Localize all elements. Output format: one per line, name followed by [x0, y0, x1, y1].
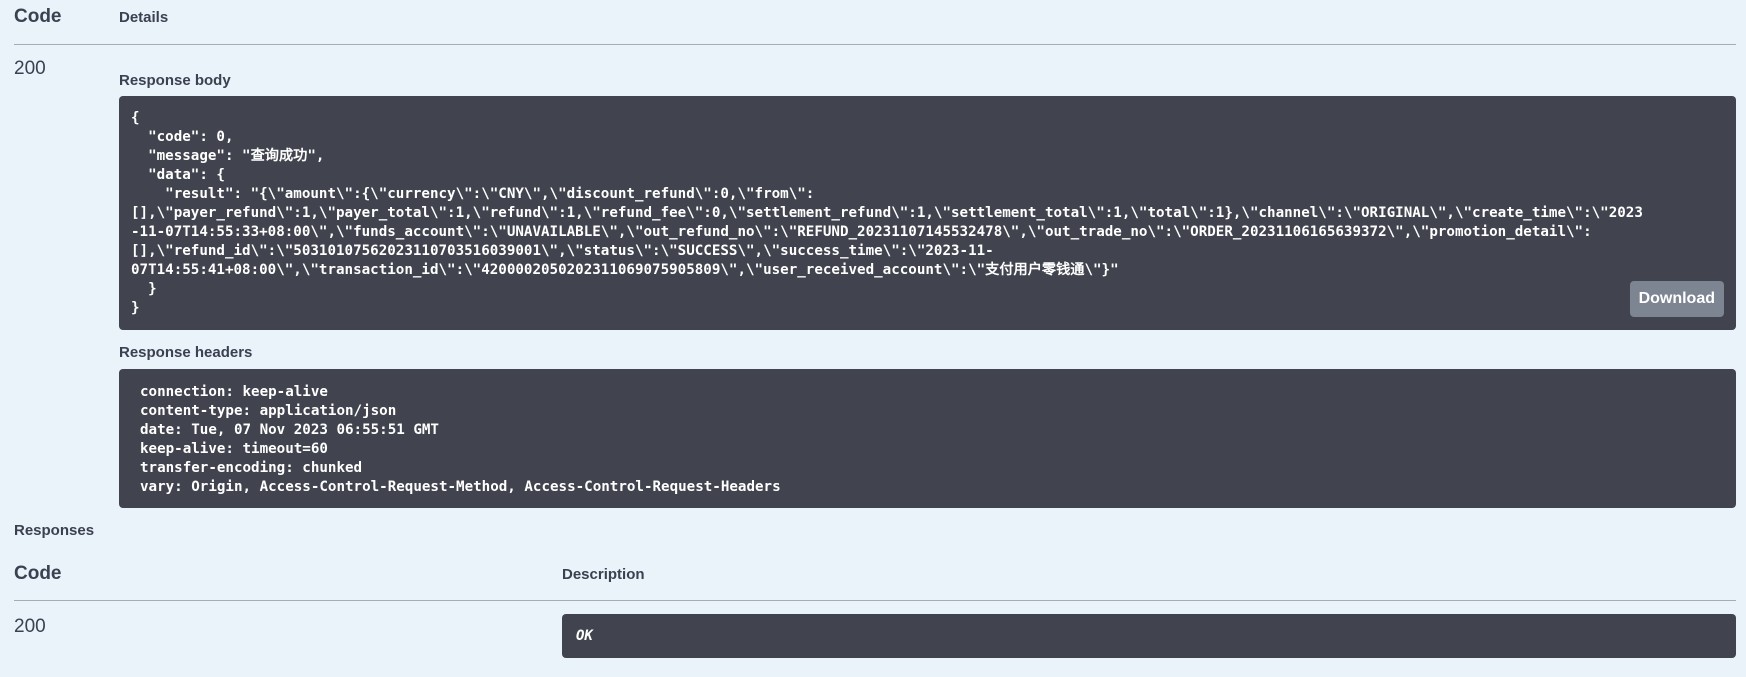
response-headers-content: connection: keep-alive content-type: app…: [140, 383, 1715, 497]
response-body-line: -11-07T14:55:33+08:00\",\"funds_account\…: [131, 224, 1592, 240]
details-column-header: Details: [119, 9, 169, 26]
responses-description-header: Description: [562, 566, 645, 583]
responses-code-header: Code: [14, 563, 62, 584]
response-body-label: Response body: [119, 72, 231, 89]
response-header-line: keep-alive: timeout=60: [140, 441, 328, 457]
header-divider: [14, 44, 1736, 45]
response-status-code: 200: [14, 58, 46, 79]
response-body-line: {: [131, 110, 140, 126]
response-body-line: [],\"payer_refund\":1,\"payer_total\":1,…: [131, 205, 1643, 221]
response-body-line: }: [131, 281, 157, 297]
response-header-line: connection: keep-alive: [140, 384, 328, 400]
responses-row-description: OK: [576, 628, 593, 644]
response-header-line: date: Tue, 07 Nov 2023 06:55:51 GMT: [140, 422, 439, 438]
response-headers-box: connection: keep-alive content-type: app…: [119, 369, 1736, 508]
response-header-line: vary: Origin, Access-Control-Request-Met…: [140, 479, 781, 495]
response-headers-label: Response headers: [119, 344, 253, 361]
responses-title: Responses: [14, 522, 95, 539]
response-body-line: 07T14:55:41+08:00\",\"transaction_id\":\…: [131, 262, 1119, 278]
responses-row-description-box: OK: [562, 614, 1736, 658]
responses-header-divider: [14, 600, 1736, 601]
response-body-line: "message": "查询成功",: [131, 148, 325, 164]
response-body-line: [],\"refund_id\":\"503101075620231107035…: [131, 243, 994, 259]
response-header-line: transfer-encoding: chunked: [140, 460, 363, 476]
response-body-line: "data": {: [131, 167, 225, 183]
response-body-line: "code": 0,: [131, 129, 234, 145]
response-body-content: { "code": 0, "message": "查询成功", "data": …: [131, 109, 1724, 318]
download-button[interactable]: Download: [1629, 281, 1724, 317]
response-body-line: }: [131, 300, 140, 316]
code-column-header: Code: [14, 6, 62, 27]
response-header-line: content-type: application/json: [140, 403, 397, 419]
response-body-line: "result": "{\"amount\":{\"currency\":\"C…: [131, 186, 815, 202]
responses-row-code: 200: [14, 616, 46, 637]
response-body-box: { "code": 0, "message": "查询成功", "data": …: [119, 96, 1736, 330]
